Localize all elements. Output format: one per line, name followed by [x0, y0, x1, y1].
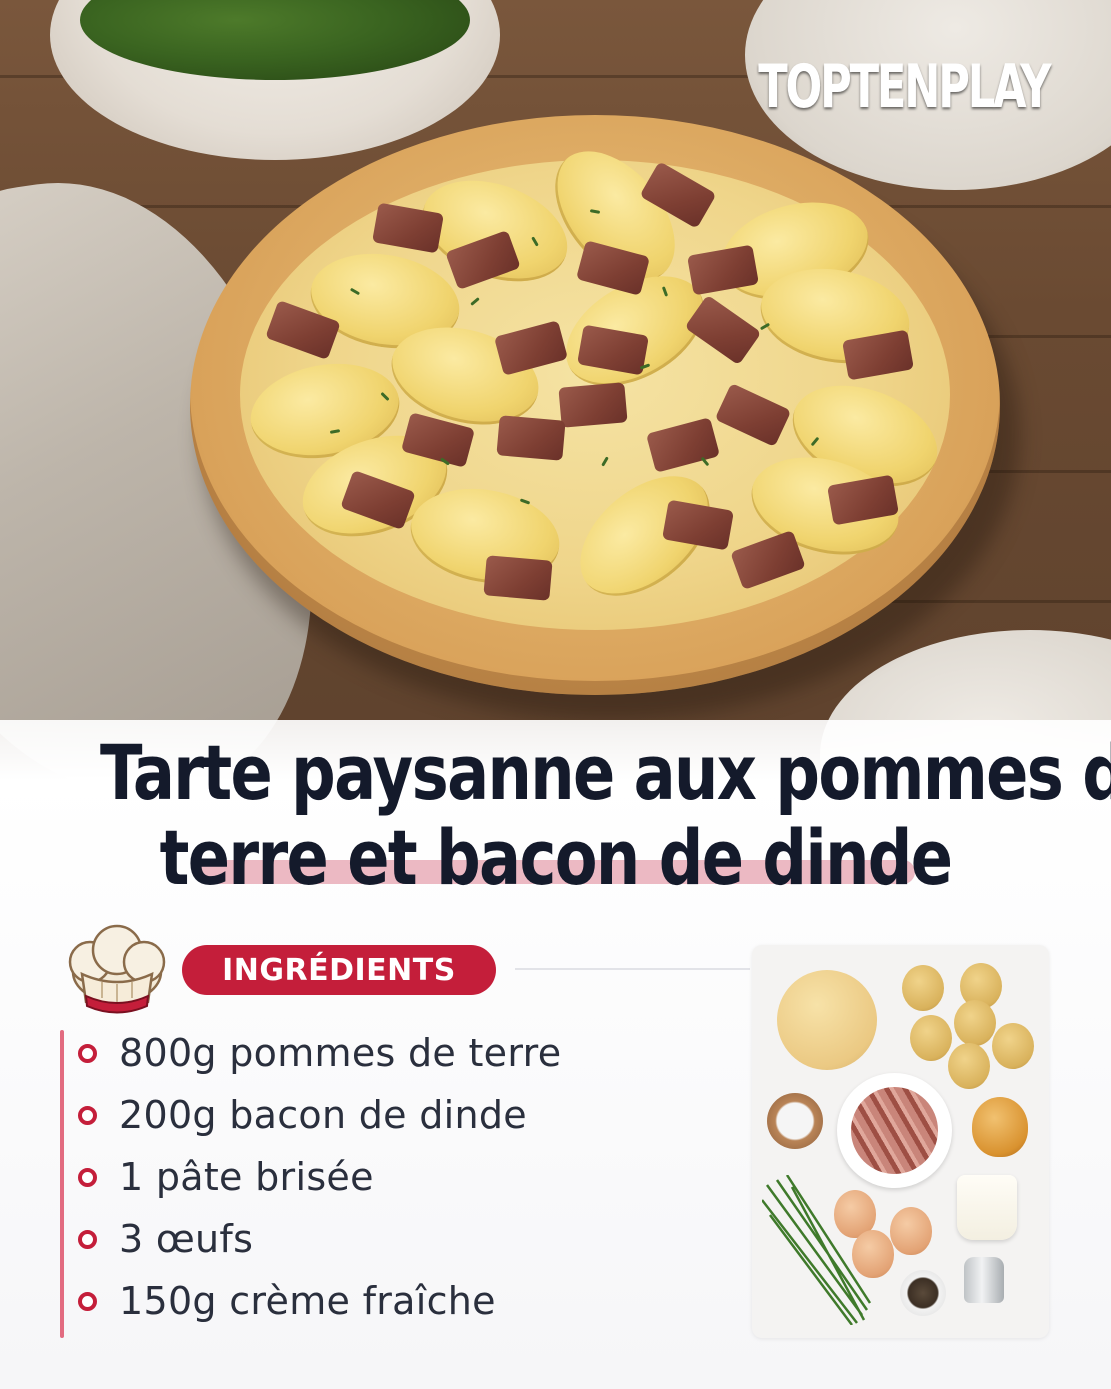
onion: [972, 1097, 1028, 1157]
salt-shaker: [964, 1257, 1004, 1303]
list-item: 150g crème fraîche: [78, 1270, 561, 1332]
potato: [910, 1015, 952, 1061]
ingredients-list: 800g pommes de terre 200g bacon de dinde…: [78, 1022, 561, 1332]
list-accent-bar: [60, 1030, 64, 1338]
page-title-line-2: terre et bacon de dinde: [159, 813, 953, 902]
ingredients-badge: INGRÉDIENTS: [182, 945, 496, 995]
bacon-piece: [483, 555, 553, 601]
list-item: 800g pommes de terre: [78, 1022, 561, 1084]
ingredient-text: 1 pâte brisée: [119, 1155, 374, 1199]
list-bullet-icon: [78, 1229, 97, 1249]
cream-jug: [957, 1175, 1017, 1240]
egg: [852, 1230, 894, 1278]
potato: [902, 965, 944, 1011]
list-item: 200g bacon de dinde: [78, 1084, 561, 1146]
salt-bowl: [767, 1093, 823, 1149]
diced-bacon: [851, 1087, 938, 1174]
list-bullet-icon: [78, 1105, 97, 1125]
list-item: 1 pâte brisée: [78, 1146, 561, 1208]
pepper-bowl: [900, 1270, 946, 1316]
ingredient-text: 150g crème fraîche: [119, 1279, 496, 1323]
list-item: 3 œufs: [78, 1208, 561, 1270]
bacon-piece: [558, 382, 628, 428]
ingredient-text: 800g pommes de terre: [119, 1031, 562, 1075]
list-bullet-icon: [78, 1167, 97, 1187]
ingredient-text: 3 œufs: [119, 1217, 254, 1261]
list-bullet-icon: [78, 1043, 97, 1063]
brand-watermark: TOPTENPLAY: [757, 52, 1051, 122]
recipe-card-page: TOPTENPLAY Tarte paysanne aux pommes de …: [0, 0, 1111, 1389]
ingredient-text: 200g bacon de dinde: [119, 1093, 527, 1137]
list-bullet-icon: [78, 1291, 97, 1311]
section-divider: [515, 968, 750, 970]
potato: [992, 1023, 1034, 1069]
chef-hat-icon: [62, 922, 172, 1022]
potato: [948, 1043, 990, 1089]
ingredients-photo: [752, 945, 1049, 1338]
pastry-dough: [777, 970, 877, 1070]
page-title-line-1: Tarte paysanne aux pommes de: [99, 728, 1111, 817]
quiche-photo: TOPTENPLAY: [0, 0, 1111, 780]
potato: [954, 1000, 996, 1046]
egg: [890, 1207, 932, 1255]
bacon-piece: [496, 415, 566, 461]
